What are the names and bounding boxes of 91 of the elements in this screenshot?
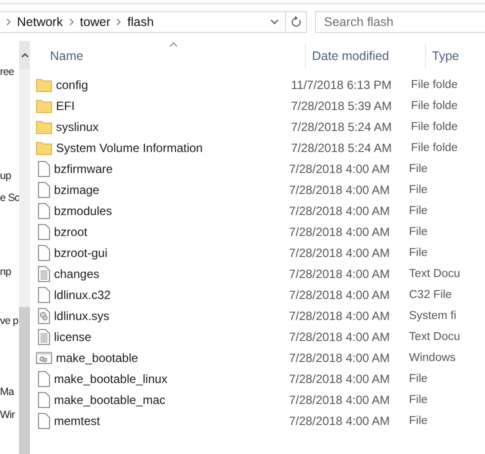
date-modified: 7/28/2018 4:00 AM — [289, 330, 391, 344]
folder-icon — [36, 98, 52, 112]
file-icon — [38, 286, 50, 302]
chevron-icon — [116, 18, 122, 26]
date-modified: 7/28/2018 4:00 AM — [289, 288, 391, 302]
file-type: File — [409, 162, 428, 174]
file-type: File — [409, 372, 428, 384]
file-type: Text Docu — [409, 330, 460, 342]
scroll-up-button[interactable] — [19, 41, 30, 69]
date-modified: 7/28/2018 4:00 AM — [289, 204, 391, 218]
file-icon — [38, 392, 50, 408]
file-type: Text Docu — [409, 268, 460, 280]
file-type: File — [409, 204, 428, 216]
date-modified: 7/28/2018 4:00 AM — [289, 182, 391, 196]
file-icon — [38, 202, 50, 218]
folder-icon — [36, 140, 52, 154]
gear-window-icon — [36, 352, 52, 364]
file-name[interactable]: bzmodules — [54, 204, 289, 218]
date-modified: 7/28/2018 4:00 AM — [289, 392, 391, 406]
file-name[interactable]: make_bootable_linux — [54, 372, 289, 386]
text-document-icon — [38, 266, 50, 282]
file-icon — [38, 160, 50, 176]
file-name[interactable]: ldlinux.c32 — [54, 288, 289, 302]
date-modified: 7/28/2018 5:39 AM — [291, 98, 393, 112]
date-modified: 7/28/2018 4:00 AM — [289, 308, 391, 322]
file-icon — [38, 412, 50, 428]
file-type: System fi — [409, 310, 456, 322]
file-name[interactable]: make_bootable — [56, 350, 289, 364]
file-type: C32 File — [409, 288, 452, 300]
navigation-item[interactable]: Wir — [0, 407, 15, 423]
file-icon — [38, 182, 50, 198]
search-field[interactable]: Search flash — [315, 11, 485, 33]
breadcrumb[interactable]: Network — [11, 15, 69, 29]
folder-icon — [36, 120, 52, 134]
file-name[interactable]: bzfirmware — [54, 162, 289, 176]
text-document-icon — [38, 328, 50, 344]
navigation-item[interactable]: Ma — [0, 384, 14, 400]
file-type: File — [409, 394, 428, 406]
file-icon — [38, 244, 50, 260]
file-icon — [38, 370, 50, 386]
sort-caret-icon — [169, 42, 178, 47]
file-name[interactable]: bzroot — [54, 224, 289, 238]
date-modified: 7/28/2018 4:00 AM — [289, 372, 391, 386]
navigation-item[interactable]: np — [0, 264, 11, 280]
navigation-item[interactable]: ve p — [0, 313, 18, 329]
file-name[interactable]: ldlinux.sys — [54, 308, 289, 322]
navigation-item[interactable]: ree — [0, 64, 14, 80]
file-name[interactable]: license — [54, 330, 289, 344]
folder-icon — [36, 78, 52, 92]
file-name[interactable]: make_bootable_mac — [54, 392, 289, 406]
file-name[interactable]: bzroot-gui — [54, 246, 289, 260]
navigation-item[interactable]: up — [0, 168, 11, 184]
chevron-down-icon[interactable] — [270, 19, 280, 25]
refresh-button[interactable] — [285, 11, 307, 33]
chevron-icon — [6, 18, 11, 26]
scrollbar-thumb[interactable] — [19, 307, 30, 454]
file-icon — [38, 224, 50, 240]
address-bar[interactable]: Network tower flash — [0, 11, 286, 33]
date-modified: 7/28/2018 4:00 AM — [289, 414, 391, 428]
file-type: File folde — [411, 142, 458, 154]
refresh-icon — [290, 16, 302, 28]
navigation-item[interactable]: e Sc — [0, 190, 20, 206]
gear-file-icon — [38, 308, 50, 324]
date-modified: 7/28/2018 4:00 AM — [289, 224, 391, 238]
date-modified: 7/28/2018 4:00 AM — [289, 246, 391, 260]
scrollbar[interactable] — [19, 41, 30, 454]
file-type: File folde — [411, 100, 458, 112]
date-modified: 7/28/2018 4:00 AM — [289, 266, 391, 280]
caret-up-icon — [20, 52, 29, 58]
file-type: Windows — [409, 352, 456, 364]
date-modified: 7/28/2018 5:24 AM — [291, 120, 393, 134]
file-name[interactable]: memtest — [54, 414, 289, 428]
date-modified: 11/7/2018 6:13 PM — [291, 78, 393, 92]
chevron-icon — [68, 18, 74, 26]
file-type: File — [409, 184, 428, 196]
date-modified: 7/28/2018 4:00 AM — [289, 350, 391, 364]
file-name[interactable]: EFI — [56, 98, 291, 112]
file-name[interactable]: changes — [54, 266, 289, 280]
file-name[interactable]: config — [56, 78, 291, 92]
file-type: File — [409, 246, 428, 258]
date-modified: 7/28/2018 4:00 AM — [289, 162, 391, 176]
file-type: File — [409, 226, 428, 238]
file-name[interactable]: syslinux — [56, 120, 291, 134]
date-modified: 7/28/2018 5:24 AM — [291, 140, 393, 154]
breadcrumb[interactable]: flash — [121, 15, 160, 29]
file-name[interactable]: bzimage — [54, 182, 289, 196]
file-type: File — [409, 414, 428, 426]
file-type: File folde — [411, 120, 458, 132]
breadcrumb[interactable]: tower — [74, 15, 116, 29]
file-type: File folde — [411, 78, 458, 90]
file-name[interactable]: System Volume Information — [56, 140, 291, 154]
